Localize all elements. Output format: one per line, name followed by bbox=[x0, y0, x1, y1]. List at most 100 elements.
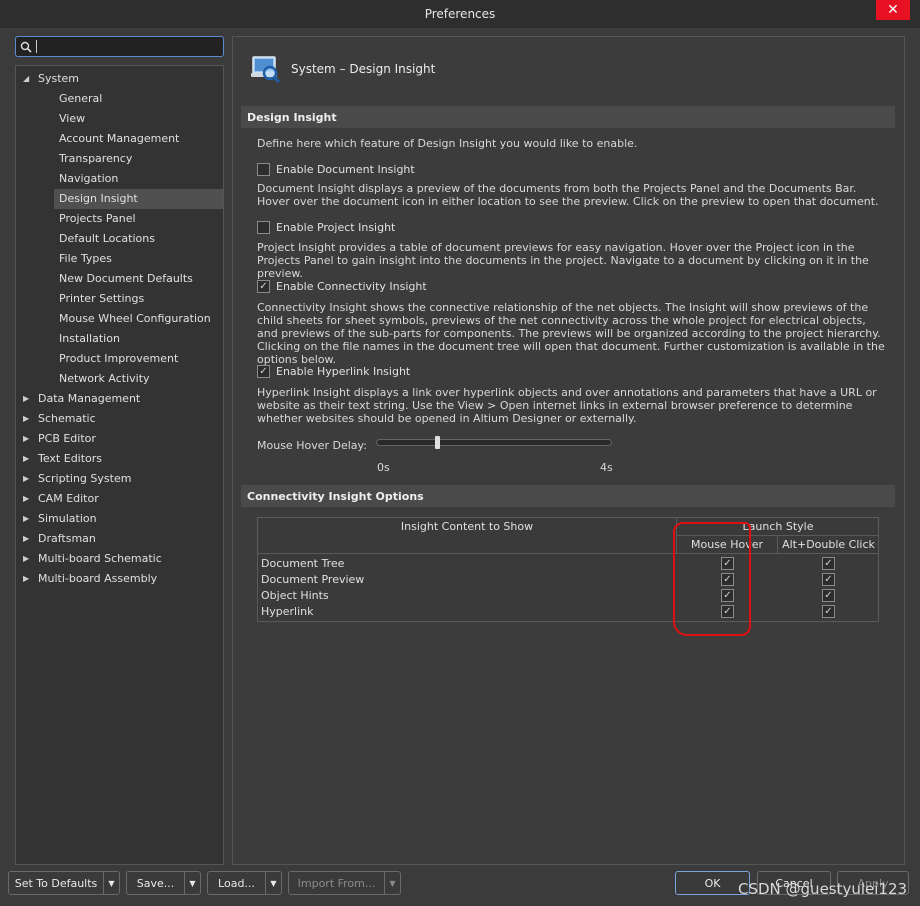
tree-item-label: Mouse Wheel Configuration bbox=[59, 312, 211, 325]
doc-insight-desc: Document Insight displays a preview of t… bbox=[257, 182, 879, 208]
tree-item-label: Product Improvement bbox=[59, 352, 179, 365]
expand-arrow-icon[interactable]: ▶ bbox=[23, 409, 33, 429]
tree-item-label: Navigation bbox=[59, 172, 119, 185]
tree-item-mouse-wheel-configuration[interactable]: Mouse Wheel Configuration bbox=[16, 309, 223, 329]
hover-delay-slider[interactable] bbox=[376, 439, 612, 446]
close-button[interactable]: ✕ bbox=[876, 0, 910, 20]
panel-header: System – Design Insight bbox=[249, 51, 435, 87]
tree-item-account-management[interactable]: Account Management bbox=[16, 129, 223, 149]
tree-item-draftsman[interactable]: ▶ Draftsman bbox=[16, 529, 223, 549]
tree-item-label: Transparency bbox=[59, 152, 133, 165]
connectivity-insight-row[interactable]: ✓ Enable Connectivity Insight bbox=[257, 280, 427, 293]
intro-text: Define here which feature of Design Insi… bbox=[257, 137, 638, 150]
expand-arrow-icon[interactable]: ▶ bbox=[23, 389, 33, 409]
connectivity-insight-checkbox[interactable]: ✓ bbox=[257, 280, 270, 293]
tree-item-label: View bbox=[59, 112, 86, 125]
collapse-arrow-icon[interactable]: ◢ bbox=[23, 69, 33, 89]
expand-arrow-icon[interactable]: ▶ bbox=[23, 529, 33, 549]
project-insight-checkbox[interactable] bbox=[257, 221, 270, 234]
tree-item-general[interactable]: General bbox=[16, 89, 223, 109]
section-design-insight: Design Insight bbox=[241, 106, 895, 128]
tree-item-label: Data Management bbox=[38, 392, 141, 405]
section-connectivity-options: Connectivity Insight Options bbox=[241, 485, 895, 507]
tree-item-file-types[interactable]: File Types bbox=[16, 249, 223, 269]
tree-item-schematic[interactable]: ▶ Schematic bbox=[16, 409, 223, 429]
dropdown-arrow-icon[interactable]: ▼ bbox=[265, 872, 281, 894]
table-row-label: Object Hints bbox=[261, 589, 329, 602]
load-button[interactable]: Load... ▼ bbox=[207, 871, 282, 895]
tree-item-label: Printer Settings bbox=[59, 292, 145, 305]
tree-item-label: Text Editors bbox=[38, 452, 103, 465]
tree-item-label: Simulation bbox=[38, 512, 97, 525]
tree-item-label: Projects Panel bbox=[59, 212, 136, 225]
doc-insight-checkbox[interactable] bbox=[257, 163, 270, 176]
dropdown-arrow-icon[interactable]: ▼ bbox=[184, 872, 200, 894]
tree-item-label: Schematic bbox=[38, 412, 96, 425]
tree-item-label: Installation bbox=[59, 332, 120, 345]
tree-item-transparency[interactable]: Transparency bbox=[16, 149, 223, 169]
red-annotation-circle bbox=[673, 522, 751, 636]
tree-item-text-editors[interactable]: ▶ Text Editors bbox=[16, 449, 223, 469]
tree-item-view[interactable]: View bbox=[16, 109, 223, 129]
col-header-content: Insight Content to Show bbox=[400, 520, 534, 533]
doc-insight-row[interactable]: Enable Document Insight bbox=[257, 163, 415, 176]
tree-item-pcb-editor[interactable]: ▶ PCB Editor bbox=[16, 429, 223, 449]
expand-arrow-icon[interactable]: ▶ bbox=[23, 489, 33, 509]
window-title: Preferences bbox=[424, 7, 496, 21]
tree-item-multi-board-assembly[interactable]: ▶ Multi-board Assembly bbox=[16, 569, 223, 589]
tree-item-data-management[interactable]: ▶ Data Management bbox=[16, 389, 223, 409]
alt-double-click-checkbox[interactable]: ✓ bbox=[822, 589, 835, 602]
expand-arrow-icon[interactable]: ▶ bbox=[23, 449, 33, 469]
project-insight-row[interactable]: Enable Project Insight bbox=[257, 221, 395, 234]
hover-delay-thumb[interactable] bbox=[435, 436, 441, 449]
table-row-label: Hyperlink bbox=[261, 605, 314, 618]
settings-panel: System – Design Insight Design Insight D… bbox=[232, 36, 905, 865]
table-row-label: Document Preview bbox=[261, 573, 365, 586]
hyperlink-insight-row[interactable]: ✓ Enable Hyperlink Insight bbox=[257, 365, 410, 378]
search-input[interactable] bbox=[36, 40, 223, 53]
tree-item-design-insight[interactable]: Design Insight bbox=[16, 189, 223, 209]
section-title: Connectivity Insight Options bbox=[247, 489, 424, 503]
tree-item-installation[interactable]: Installation bbox=[16, 329, 223, 349]
tree-item-simulation[interactable]: ▶ Simulation bbox=[16, 509, 223, 529]
tree-item-label: File Types bbox=[59, 252, 112, 265]
expand-arrow-icon[interactable]: ▶ bbox=[23, 469, 33, 489]
tree-item-label: Multi-board Assembly bbox=[38, 572, 158, 585]
hyperlink-insight-label: Enable Hyperlink Insight bbox=[276, 365, 411, 378]
tree-item-default-locations[interactable]: Default Locations bbox=[16, 229, 223, 249]
tree-item-label: Multi-board Schematic bbox=[38, 552, 162, 565]
tree-item-projects-panel[interactable]: Projects Panel bbox=[16, 209, 223, 229]
tree-item-network-activity[interactable]: Network Activity bbox=[16, 369, 223, 389]
doc-insight-label: Enable Document Insight bbox=[276, 163, 415, 176]
save-button[interactable]: Save... ▼ bbox=[126, 871, 201, 895]
expand-arrow-icon[interactable]: ▶ bbox=[23, 429, 33, 449]
slider-min-label: 0s bbox=[377, 461, 390, 474]
tree-item-multi-board-schematic[interactable]: ▶ Multi-board Schematic bbox=[16, 549, 223, 569]
tree-item-cam-editor[interactable]: ▶ CAM Editor bbox=[16, 489, 223, 509]
tree-item-navigation[interactable]: Navigation bbox=[16, 169, 223, 189]
alt-double-click-checkbox[interactable]: ✓ bbox=[822, 557, 835, 570]
expand-arrow-icon[interactable]: ▶ bbox=[23, 569, 33, 589]
alt-double-click-checkbox[interactable]: ✓ bbox=[822, 605, 835, 618]
expand-arrow-icon[interactable]: ▶ bbox=[23, 509, 33, 529]
connectivity-insight-label: Enable Connectivity Insight bbox=[276, 280, 427, 293]
slider-max-label: 4s bbox=[600, 461, 613, 474]
set-to-defaults-button[interactable]: Set To Defaults ▼ bbox=[8, 871, 120, 895]
alt-double-click-checkbox[interactable]: ✓ bbox=[822, 573, 835, 586]
tree-item-system[interactable]: ◢ System bbox=[16, 69, 223, 89]
tree-item-product-improvement[interactable]: Product Improvement bbox=[16, 349, 223, 369]
tree-item-label: Network Activity bbox=[59, 372, 150, 385]
search-icon bbox=[16, 41, 36, 53]
import-from-button[interactable]: Import From... ▼ bbox=[288, 871, 401, 895]
tree-item-new-document-defaults[interactable]: New Document Defaults bbox=[16, 269, 223, 289]
hover-delay-label: Mouse Hover Delay: bbox=[257, 439, 367, 452]
project-insight-desc: Project Insight provides a table of docu… bbox=[257, 241, 869, 280]
expand-arrow-icon[interactable]: ▶ bbox=[23, 549, 33, 569]
dropdown-arrow-icon[interactable]: ▼ bbox=[103, 872, 119, 894]
tree-item-printer-settings[interactable]: Printer Settings bbox=[16, 289, 223, 309]
connectivity-insight-desc: Connectivity Insight shows the connectiv… bbox=[257, 301, 885, 366]
dropdown-arrow-icon[interactable]: ▼ bbox=[384, 872, 400, 894]
tree-item-scripting-system[interactable]: ▶ Scripting System bbox=[16, 469, 223, 489]
tree-item-label: System bbox=[38, 72, 80, 85]
hyperlink-insight-checkbox[interactable]: ✓ bbox=[257, 365, 270, 378]
